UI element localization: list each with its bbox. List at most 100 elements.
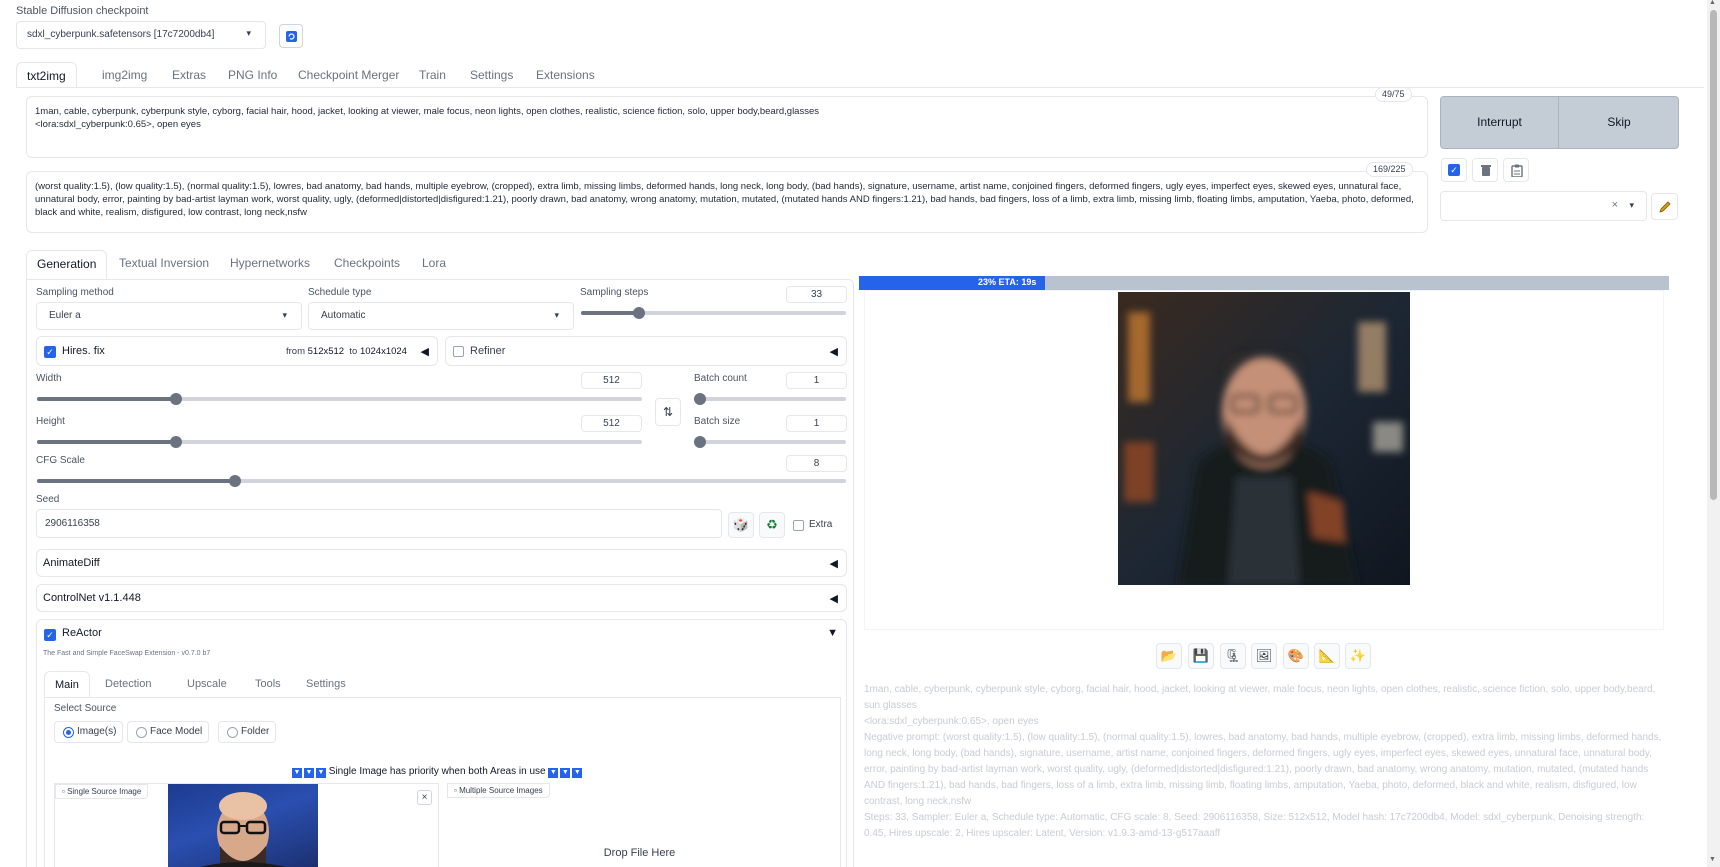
scrollbar-thumb[interactable] (1710, 10, 1717, 500)
sampling-steps-input[interactable]: 33 (786, 286, 847, 303)
reactor-tab-detection[interactable]: Detection (95, 671, 161, 697)
progress-text: 23% ETA: 19s (978, 277, 1037, 287)
send-to-extras-button[interactable]: 📐 (1314, 643, 1340, 669)
batch-size-input[interactable]: 1 (786, 415, 847, 432)
tab-extensions[interactable]: Extensions (526, 62, 605, 88)
open-folder-button[interactable]: 📂 (1156, 643, 1182, 669)
slider-thumb[interactable] (694, 436, 706, 448)
batch-count-slider[interactable] (694, 393, 846, 405)
tab-extras[interactable]: Extras (162, 62, 216, 88)
apply-style-button[interactable]: ✓ (1441, 158, 1467, 182)
tab-train[interactable]: Train (409, 62, 456, 88)
interrupt-button[interactable]: Interrupt (1441, 97, 1559, 148)
collapse-triangle-icon[interactable]: ◀ (830, 345, 838, 358)
hires-fix-accordion[interactable]: ✓ Hires. fix from 512x512 to 1024x1024 ◀ (36, 336, 438, 366)
seed-extra-label: Extra (809, 519, 833, 530)
refresh-icon (286, 31, 297, 42)
send-to-img2img-button[interactable]: 🖼 (1251, 643, 1277, 669)
clear-styles-icon[interactable]: × (1612, 199, 1618, 211)
single-source-image-area[interactable]: ▫ Single Source Image × (54, 783, 439, 867)
height-slider[interactable] (37, 436, 642, 448)
recycle-icon: ♻ (766, 517, 778, 532)
reactor-main-panel: Select Source Image(s) Face Model Folder… (44, 697, 841, 867)
reuse-seed-button[interactable]: ♻ (759, 512, 785, 538)
sampling-steps-slider[interactable] (581, 307, 846, 319)
checkpoint-value: sdxl_cyberpunk.safetensors [17c7200db4] (27, 29, 215, 40)
reactor-checkbox[interactable]: ✓ (44, 629, 56, 641)
batch-count-input[interactable]: 1 (786, 372, 847, 389)
zip-button[interactable]: 🗜 (1220, 643, 1246, 669)
reactor-tab-main[interactable]: Main (44, 671, 90, 698)
negative-prompt-textarea[interactable]: (worst quality:1.5), (low quality:1.5), … (26, 171, 1428, 233)
batch-size-label: Batch size (694, 416, 741, 427)
send-to-inpaint-button[interactable]: 🎨 (1283, 643, 1309, 669)
collapse-triangle-icon[interactable]: ◀ (421, 345, 429, 358)
refiner-accordion[interactable]: Refiner ◀ (445, 336, 847, 366)
remove-image-button[interactable]: × (417, 790, 432, 805)
scroll-up-icon[interactable]: ▲ (1709, 0, 1716, 6)
cfg-scale-slider[interactable] (37, 475, 846, 487)
arrow-icon: ▼ (560, 768, 571, 778)
action-button-group: Interrupt Skip (1440, 96, 1679, 149)
skip-button[interactable]: Skip (1560, 97, 1678, 148)
tab-png-info[interactable]: PNG Info (218, 62, 287, 88)
prompt-textarea[interactable]: 1man, cable, cyberpunk, cyberpunk style,… (26, 96, 1428, 158)
random-seed-button[interactable]: 🎲 (728, 512, 754, 538)
schedule-type-dropdown[interactable]: Automatic ▾ (308, 302, 574, 330)
arrow-icon: ▼ (572, 768, 583, 778)
collapse-triangle-icon[interactable]: ◀ (830, 592, 838, 605)
reactor-tab-tools[interactable]: Tools (245, 671, 291, 697)
refresh-checkpoint-button[interactable] (279, 24, 303, 48)
controlnet-accordion[interactable]: ControlNet v1.1.448 ◀ (36, 584, 847, 612)
tab-generation[interactable]: Generation (26, 250, 108, 280)
checkpoint-dropdown[interactable]: sdxl_cyberpunk.safetensors [17c7200db4] … (16, 21, 266, 49)
edit-styles-button[interactable] (1651, 193, 1678, 220)
tab-checkpoint-merger[interactable]: Checkpoint Merger (288, 62, 409, 88)
hires-fix-checkbox[interactable]: ✓ (44, 346, 56, 358)
progress-bar: 23% ETA: 19s (859, 276, 1669, 290)
reactor-tab-settings[interactable]: Settings (296, 671, 356, 697)
seed-extra-checkbox[interactable] (793, 520, 804, 531)
clear-prompt-button[interactable] (1472, 158, 1498, 182)
source-folder-radio[interactable]: Folder (218, 721, 277, 743)
source-face-model-radio[interactable]: Face Model (127, 721, 210, 743)
palette-icon: 🎨 (1287, 648, 1305, 663)
page-scrollbar[interactable]: ▲ ▼ (1707, 0, 1720, 867)
batch-size-slider[interactable] (694, 436, 846, 448)
single-source-label: ▫ Single Source Image (55, 784, 149, 799)
multiple-source-images-area[interactable]: ▫ Multiple Source Images Drop File Here (447, 783, 832, 867)
tab-settings[interactable]: Settings (460, 62, 523, 88)
cfg-scale-input[interactable]: 8 (786, 455, 847, 472)
width-slider[interactable] (37, 393, 642, 405)
scroll-down-icon[interactable]: ▼ (1709, 856, 1716, 863)
seed-input[interactable]: 2906116358 (36, 509, 722, 538)
select-source-label: Select Source (54, 703, 117, 714)
swap-dimensions-button[interactable]: ⇅ (655, 398, 681, 426)
refiner-checkbox[interactable] (453, 346, 464, 357)
swap-icon: ⇅ (662, 405, 674, 419)
pencil-icon (1659, 201, 1671, 213)
priority-note: ▼ ▼ ▼ Single Image has priority when both … (292, 766, 583, 778)
tab-checkpoints[interactable]: Checkpoints (324, 250, 410, 276)
save-button[interactable]: 💾 (1188, 643, 1214, 669)
tab-hypernetworks[interactable]: Hypernetworks (220, 250, 320, 276)
upscale-button[interactable]: ✨ (1345, 643, 1371, 669)
slider-thumb[interactable] (694, 393, 706, 405)
collapse-triangle-icon[interactable]: ◀ (830, 557, 838, 570)
expand-triangle-icon[interactable]: ▼ (827, 627, 838, 639)
source-face-image (168, 784, 318, 867)
styles-dropdown[interactable]: × ▾ (1440, 191, 1647, 221)
width-input[interactable]: 512 (581, 372, 642, 389)
batch-count-label: Batch count (694, 373, 747, 384)
sampling-method-dropdown[interactable]: Euler a ▾ (36, 302, 302, 330)
tab-img2img[interactable]: img2img (92, 62, 157, 88)
tab-textual-inversion[interactable]: Textual Inversion (109, 250, 219, 276)
height-input[interactable]: 512 (581, 415, 642, 432)
source-images-radio[interactable]: Image(s) (54, 721, 124, 743)
generated-image-preview[interactable] (1118, 292, 1410, 585)
tab-txt2img[interactable]: txt2img (16, 62, 77, 88)
reactor-tab-upscale[interactable]: Upscale (177, 671, 237, 697)
animatediff-accordion[interactable]: AnimateDiff ◀ (36, 549, 847, 577)
paste-button[interactable] (1503, 158, 1529, 182)
tab-lora[interactable]: Lora (412, 250, 456, 276)
